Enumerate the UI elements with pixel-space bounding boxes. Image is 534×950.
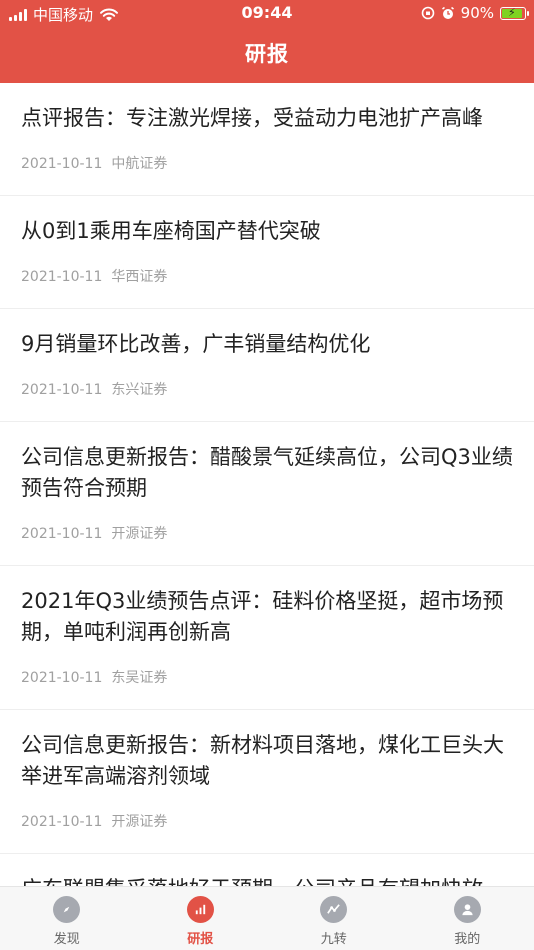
report-title: 点评报告：专注激光焊接，受益动力电池扩产高峰 xyxy=(21,106,483,130)
report-date: 2021-10-11 xyxy=(21,382,103,398)
bottom-tab-bar: 发现 研报 九转 我的 xyxy=(0,886,534,950)
report-date: 2021-10-11 xyxy=(21,269,103,285)
report-date: 2021-10-11 xyxy=(21,156,103,172)
report-meta: 2021-10-11 华西证券 xyxy=(21,247,513,308)
report-source: 华西证券 xyxy=(111,269,168,285)
report-date: 2021-10-11 xyxy=(21,670,103,686)
person-icon xyxy=(453,896,481,923)
report-meta: 2021-10-11 开源证券 xyxy=(21,504,513,565)
report-date: 2021-10-11 xyxy=(21,526,103,542)
status-right: 90% ⚡ xyxy=(421,4,529,22)
battery-icon: ⚡ xyxy=(500,5,529,20)
report-source: 东兴证券 xyxy=(111,382,168,398)
tab-chart[interactable]: 研报 xyxy=(134,887,268,950)
report-title: 广东联盟集采落地好于预期，公司产品有望加快放 xyxy=(21,874,513,886)
report-source: 开源证券 xyxy=(111,526,168,542)
report-item[interactable]: 2021年Q3业绩预告点评：硅料价格坚挺，超市场预期，单吨利润再创新高 2021-… xyxy=(0,566,534,710)
report-item[interactable]: 9月销量环比改善，广丰销量结构优化 2021-10-11 东兴证券 xyxy=(0,309,534,422)
report-title: 公司信息更新报告：醋酸景气延续高位，公司Q3业绩预告符合预期 xyxy=(21,445,513,500)
tab-person[interactable]: 我的 xyxy=(401,887,534,950)
report-source: 中航证券 xyxy=(111,156,168,172)
report-item[interactable]: 公司信息更新报告：新材料项目落地，煤化工巨头大举进军高端溶剂领域 2021-10-… xyxy=(0,710,534,854)
report-meta: 2021-10-11 开源证券 xyxy=(21,792,513,853)
alarm-icon xyxy=(441,6,454,19)
report-date: 2021-10-11 xyxy=(21,814,103,830)
tab-label: 我的 xyxy=(454,932,481,947)
tab-trend[interactable]: 九转 xyxy=(267,887,401,950)
report-title: 从0到1乘用车座椅国产替代突破 xyxy=(21,219,321,243)
chart-icon xyxy=(186,896,214,923)
report-title: 公司信息更新报告：新材料项目落地，煤化工巨头大举进军高端溶剂领域 xyxy=(21,733,504,788)
tab-label: 发现 xyxy=(53,932,80,947)
report-title: 2021年Q3业绩预告点评：硅料价格坚挺，超市场预期，单吨利润再创新高 xyxy=(21,589,504,644)
report-meta: 2021-10-11 东吴证券 xyxy=(21,648,513,709)
report-item[interactable]: 点评报告：专注激光焊接，受益动力电池扩产高峰 2021-10-11 中航证券 xyxy=(0,83,534,196)
tab-compass[interactable]: 发现 xyxy=(0,887,134,950)
report-item[interactable]: 公司信息更新报告：醋酸景气延续高位，公司Q3业绩预告符合预期 2021-10-11… xyxy=(0,422,534,566)
rotation-lock-icon xyxy=(421,6,434,20)
charging-bolt-icon: ⚡ xyxy=(508,5,516,19)
report-list[interactable]: 点评报告：专注激光焊接，受益动力电池扩产高峰 2021-10-11 中航证券从0到1… xyxy=(0,83,534,886)
report-source: 东吴证券 xyxy=(111,670,168,686)
report-meta: 2021-10-11 中航证券 xyxy=(21,134,513,195)
tab-label: 九转 xyxy=(320,932,347,947)
report-title: 9月销量环比改善，广丰销量结构优化 xyxy=(21,332,371,356)
compass-icon xyxy=(53,896,81,923)
tab-label: 研报 xyxy=(187,932,214,947)
page-title: 研报 xyxy=(245,42,289,66)
app-header: 中国移动 09:44 90% ⚡ 研报 xyxy=(0,0,534,83)
report-item[interactable]: 从0到1乘用车座椅国产替代突破 2021-10-11 华西证券 xyxy=(0,196,534,309)
report-source: 开源证券 xyxy=(111,814,168,830)
trend-icon xyxy=(320,896,348,923)
battery-percent: 90% xyxy=(460,4,494,22)
report-item[interactable]: 广东联盟集采落地好于预期，公司产品有望加快放 xyxy=(0,854,534,886)
report-meta: 2021-10-11 东兴证券 xyxy=(21,360,513,421)
status-bar: 中国移动 09:44 90% ⚡ xyxy=(0,0,534,28)
